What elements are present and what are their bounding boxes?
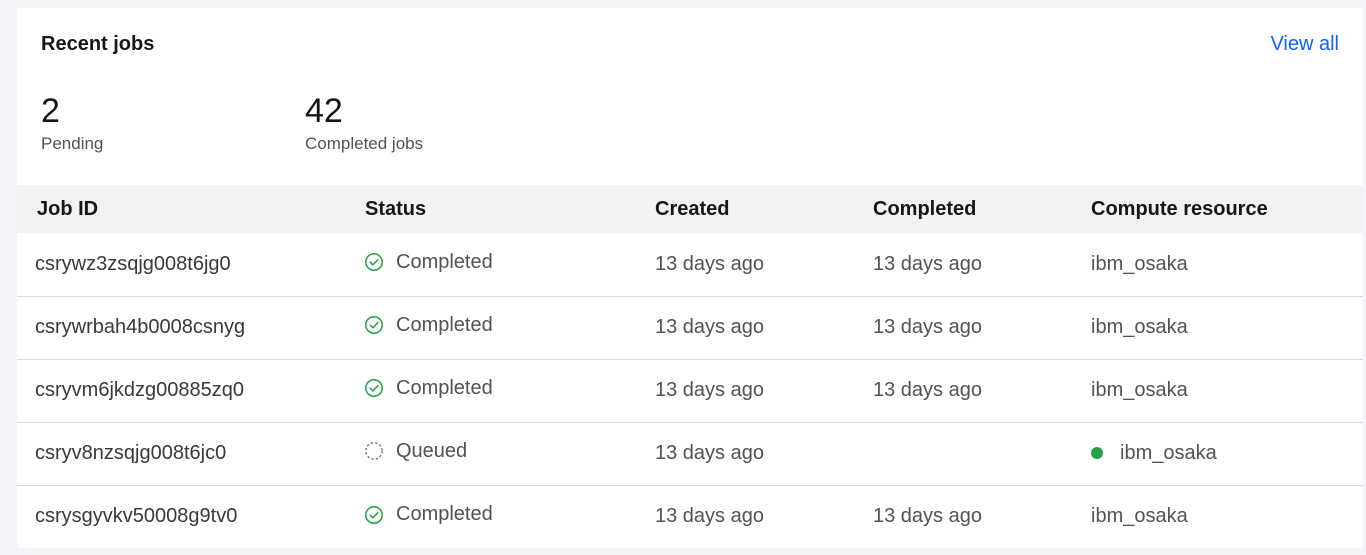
status-cell: Completed — [364, 359, 655, 422]
job-id-cell: csryv8nzsqjg008t6jc0 — [17, 422, 364, 485]
card-header: Recent jobs View all — [41, 32, 1339, 56]
status-dot-icon — [1091, 447, 1103, 460]
jobs-table: Job ID Status Created Completed Compute … — [17, 185, 1363, 548]
column-header-completed: Completed — [873, 197, 977, 220]
column-header-job-id: Job ID — [37, 197, 99, 220]
checkmark-outline-icon — [364, 378, 384, 398]
compute-resource-label: ibm_osaka — [1091, 316, 1188, 338]
completed-label: Completed jobs — [305, 134, 424, 153]
table-row[interactable]: csryvm6jkdzg00885zq0 Completed 13 days ago… — [17, 359, 1363, 422]
table-header-row: Job ID Status Created Completed Compute … — [17, 185, 1363, 233]
compute-resource-label: ibm_osaka — [1091, 379, 1188, 401]
completed-cell: 13 days ago — [873, 505, 982, 528]
compute-resource-cell: ibm_osaka — [1091, 359, 1363, 422]
compute-resource-cell: ibm_osaka — [1091, 485, 1363, 548]
status-cell: Queued — [364, 422, 655, 485]
job-id-link[interactable]: csrywz3zsqjg008t6jg0 — [35, 253, 231, 275]
created-cell: 13 days ago — [655, 316, 764, 338]
job-id-link[interactable]: csrysgyvkv50008g9tv0 — [35, 505, 237, 527]
status-cell: Completed — [364, 485, 655, 548]
job-id-cell: csrysgyvkv50008g9tv0 — [17, 485, 364, 548]
checkmark-outline-icon — [364, 505, 384, 525]
status-label: Completed — [396, 503, 493, 525]
status-label: Completed — [396, 376, 493, 399]
created-cell: 13 days ago — [655, 252, 764, 275]
compute-resource-cell: ibm_osaka — [1091, 422, 1363, 485]
pending-label: Pending — [41, 134, 104, 153]
status-cell: Completed — [364, 233, 655, 296]
checkmark-outline-icon — [364, 315, 384, 335]
compute-resource-label: ibm_osaka — [1091, 505, 1188, 528]
column-header-compute-resource: Compute resource — [1091, 197, 1268, 220]
job-id-link[interactable]: csryvm6jkdzg00885zq0 — [35, 379, 244, 401]
table-row[interactable]: csrysgyvkv50008g9tv0 Completed 13 days ago… — [17, 485, 1363, 548]
compute-resource-cell: ibm_osaka — [1091, 233, 1363, 296]
job-id-cell: csryvm6jkdzg00885zq0 — [17, 359, 364, 422]
status-cell: Completed — [364, 296, 655, 359]
compute-resource-label: ibm_osaka — [1120, 441, 1217, 464]
table-row[interactable]: csrywz3zsqjg008t6jg0 Completed 13 days ago… — [17, 233, 1363, 296]
created-cell: 13 days ago — [655, 379, 764, 401]
recent-jobs-card: Recent jobs View all 2 Pending 42 Comple… — [17, 8, 1363, 548]
table-row[interactable]: csrywrbah4b0008csnyg Completed 13 days ago… — [17, 296, 1363, 359]
job-id-link[interactable]: csrywrbah4b0008csnyg — [35, 316, 245, 338]
job-id-cell: csrywrbah4b0008csnyg — [17, 296, 364, 359]
status-label: Queued — [396, 439, 468, 462]
job-id-link[interactable]: csryv8nzsqjg008t6jc0 — [35, 442, 226, 464]
stat-completed: 42 Completed jobs — [305, 91, 423, 155]
view-all-link[interactable]: View all — [1270, 32, 1339, 56]
stat-pending: 2 Pending — [41, 91, 103, 155]
compute-resource-label: ibm_osaka — [1091, 252, 1188, 275]
created-cell: 13 days ago — [655, 442, 764, 464]
checkmark-outline-icon — [364, 252, 384, 272]
card-title: Recent jobs — [41, 33, 155, 55]
column-header-status: Status — [365, 197, 427, 220]
completed-count: 42 — [305, 92, 343, 130]
queued-dashed-circle-icon — [364, 441, 384, 461]
compute-resource-cell: ibm_osaka — [1091, 296, 1363, 359]
status-label: Completed — [396, 313, 493, 336]
created-cell: 13 days ago — [655, 505, 764, 528]
completed-cell — [873, 422, 1091, 485]
column-header-created: Created — [655, 197, 730, 220]
table-row[interactable]: csryv8nzsqjg008t6jc0 Queued 13 days ago ibm… — [17, 422, 1363, 485]
pending-count: 2 — [41, 92, 60, 130]
jobs-table-body: csrywz3zsqjg008t6jg0 Completed 13 days ago… — [17, 233, 1363, 548]
completed-cell: 13 days ago — [873, 316, 982, 338]
job-id-cell: csrywz3zsqjg008t6jg0 — [17, 233, 364, 296]
completed-cell: 13 days ago — [873, 379, 982, 401]
status-label: Completed — [396, 250, 493, 273]
completed-cell: 13 days ago — [873, 252, 982, 275]
